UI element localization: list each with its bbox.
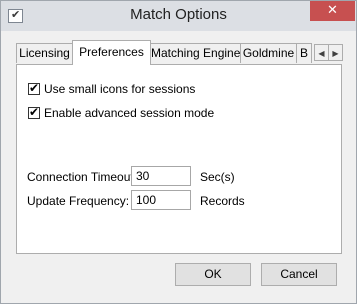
dialog-client-area: Licensing Preferences Matching Engine Go… — [8, 31, 349, 296]
tab-licensing[interactable]: Licensing — [16, 43, 73, 63]
tab-goldmine[interactable]: Goldmine — [240, 43, 297, 63]
advanced-mode-label: Enable advanced session mode — [44, 106, 215, 120]
cancel-button[interactable]: Cancel — [261, 263, 337, 286]
small-icons-checkbox[interactable]: ✔ — [28, 81, 40, 95]
connection-timeout-unit: Sec(s) — [200, 170, 235, 184]
tab-strip: Licensing Preferences Matching Engine Go… — [16, 40, 343, 65]
tab-scroll-left-icon[interactable]: ◀ — [314, 44, 329, 61]
tab-preferences[interactable]: Preferences — [72, 40, 151, 65]
tab-matching-engine[interactable]: Matching Engine — [150, 43, 241, 63]
tab-scroll-right-icon[interactable]: ▶ — [328, 44, 343, 61]
checkmark-icon: ✔ — [29, 81, 40, 95]
update-frequency-label: Update Frequency: — [27, 194, 130, 208]
ok-button[interactable]: OK — [175, 263, 251, 286]
tab-partial[interactable]: B — [296, 43, 312, 63]
connection-timeout-input[interactable] — [131, 166, 191, 186]
update-frequency-unit: Records — [200, 194, 245, 208]
match-options-window: ✔ Match Options ✕ Licensing Preferences … — [0, 0, 357, 304]
tab-scroll-buttons: ◀ ▶ — [314, 44, 346, 62]
checkmark-icon: ✔ — [29, 105, 40, 119]
update-frequency-input[interactable] — [131, 190, 191, 210]
small-icons-label: Use small icons for sessions — [44, 82, 196, 96]
title-bar[interactable]: ✔ Match Options ✕ — [1, 1, 356, 31]
advanced-mode-checkbox[interactable]: ✔ — [28, 105, 40, 119]
preferences-panel: ✔ Use small icons for sessions ✔ Enable … — [16, 64, 342, 254]
window-title: Match Options — [130, 6, 227, 23]
close-button[interactable]: ✕ — [310, 1, 355, 21]
connection-timeout-label: Connection Timeout: — [27, 170, 138, 184]
